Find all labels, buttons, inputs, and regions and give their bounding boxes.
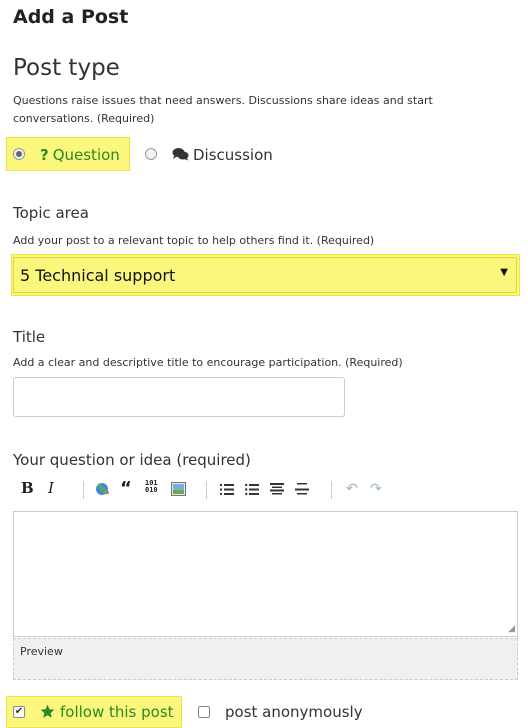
discussion-option[interactable]: Discussion [172,146,273,164]
editor-toolbar: B I “ 101 010 ↶ ↷ [13,478,517,501]
bulleted-list-icon[interactable] [245,483,259,496]
italic-button[interactable]: I [48,479,54,497]
numbered-list-icon[interactable] [220,483,234,496]
bold-button[interactable]: B [21,479,34,497]
topic-area-label: Topic area [13,204,89,222]
page-title: Add a Post [13,6,129,28]
horizontal-rule-icon[interactable] [295,483,309,496]
image-icon[interactable] [171,482,186,496]
question-label: Question [52,146,120,164]
follow-label[interactable]: follow this post [60,703,174,721]
follow-checkbox[interactable]: ✔ [13,706,25,718]
body-label: Your question or idea (required) [13,451,251,469]
toolbar-divider [206,481,207,499]
quote-button[interactable]: “ [120,478,132,499]
question-mark-icon: ? [40,146,49,164]
resize-grip-icon[interactable]: ◢ [508,624,515,634]
topic-area-select[interactable]: 5 Technical support ▼ [13,257,517,293]
anonymous-label[interactable]: post anonymously [225,703,363,721]
question-option[interactable]: ? Question [40,146,120,164]
topic-area-selected-value: 5 Technical support [20,266,176,285]
star-icon [40,704,55,718]
discussion-label: Discussion [193,146,273,164]
link-icon[interactable] [95,482,110,497]
redo-icon[interactable]: ↷ [370,481,382,497]
preview-pane: Preview [13,638,518,680]
comments-icon [172,148,189,161]
code-button[interactable]: 101 010 [145,480,158,494]
preview-label: Preview [20,645,63,658]
dropdown-caret-icon: ▼ [500,267,508,278]
discussion-radio[interactable] [145,148,157,160]
heading-icon[interactable] [270,483,284,496]
title-help: Add a clear and descriptive title to enc… [13,356,403,369]
body-editor[interactable]: ◢ [13,511,518,637]
anonymous-checkbox[interactable] [198,706,210,718]
title-label: Title [13,328,46,346]
question-radio[interactable] [13,148,25,160]
toolbar-divider [83,481,84,499]
toolbar-divider [331,481,332,499]
post-type-help: Questions raise issues that need answers… [13,94,433,125]
topic-area-help: Add your post to a relevant topic to hel… [13,234,375,247]
post-type-radio-group: ? Question Discussion [0,140,528,170]
undo-icon[interactable]: ↶ [346,481,358,497]
post-type-heading: Post type [13,55,120,81]
title-input[interactable] [13,377,345,417]
